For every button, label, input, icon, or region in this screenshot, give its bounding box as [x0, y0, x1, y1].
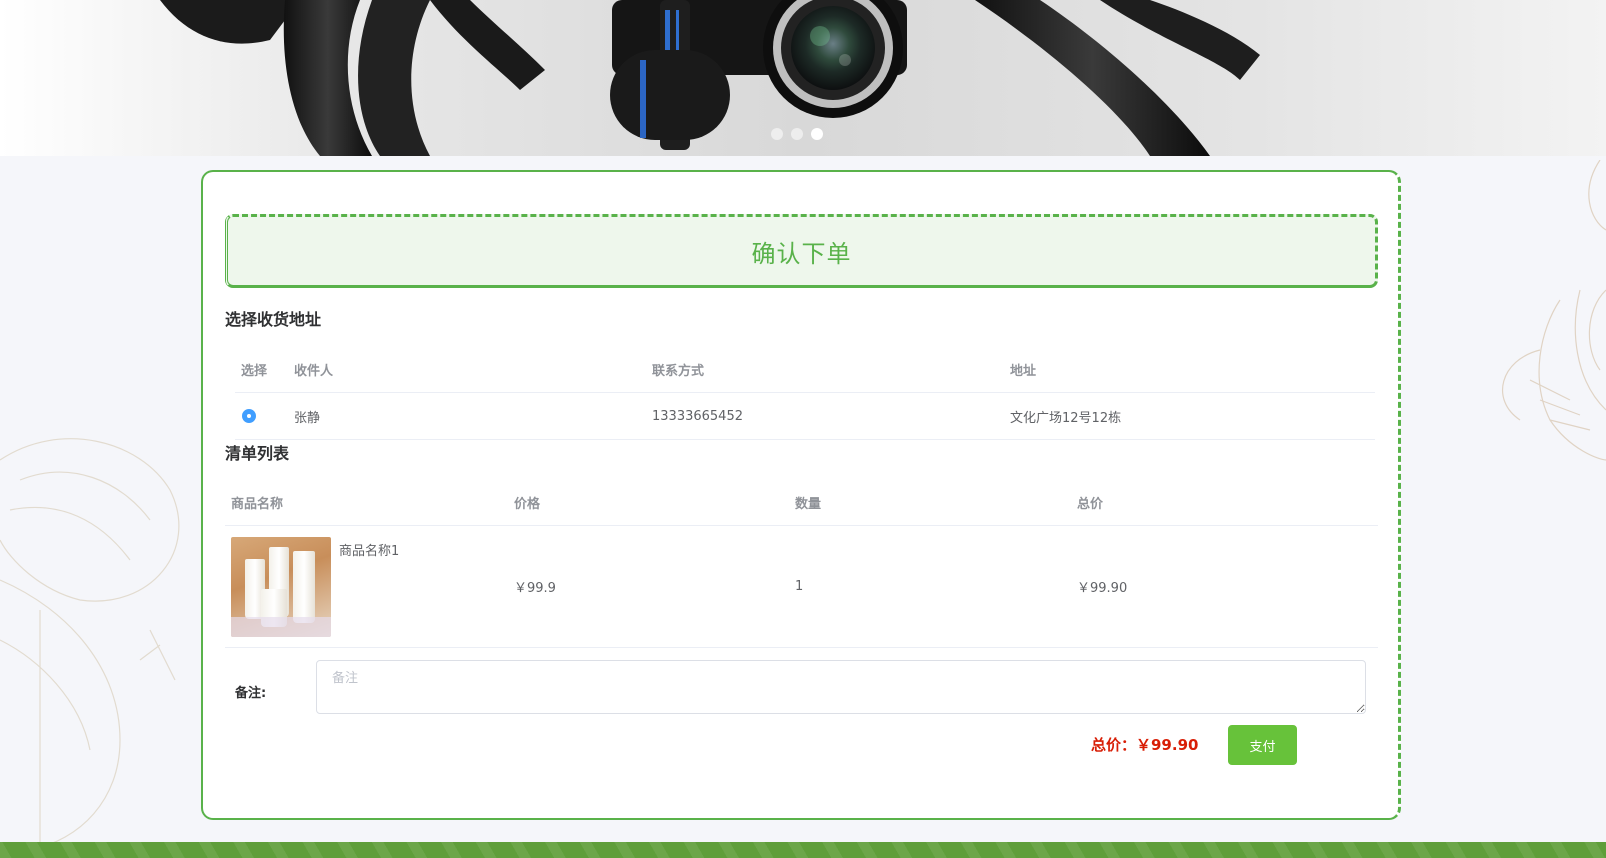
address-radio[interactable] [242, 409, 256, 423]
lotus-leaf-decoration [0, 438, 180, 850]
col-select: 选择 [241, 364, 268, 379]
col-recipient: 收件人 [294, 364, 334, 379]
total-price: 总价：￥99.90 [1091, 736, 1199, 754]
recipient-name: 张静 [294, 410, 321, 426]
col-address: 地址 [1010, 364, 1037, 379]
carousel-dot-3[interactable] [811, 128, 823, 140]
recipient-address: 文化广场12号12栋 [1010, 410, 1122, 426]
address-section-title: 选择收货地址 [225, 310, 322, 329]
goods-table-header: 商品名称 价格 数量 总价 [225, 480, 1378, 526]
address-table: 选择 收件人 联系方式 地址 张静 13333665452 文化广场12号12栋 [235, 347, 1375, 440]
pay-button[interactable]: 支付 [1228, 725, 1297, 765]
hero-banner [0, 0, 1606, 156]
page-title: 确认下单 [751, 239, 852, 268]
goods-table: 商品名称 价格 数量 总价 商品名称1 ￥99.9 1 ￥99.90 [225, 480, 1378, 648]
col-quantity: 数量 [795, 497, 822, 512]
product-subtotal: ￥99.90 [1077, 581, 1128, 596]
carousel-dots [771, 128, 823, 140]
list-section-title: 清单列表 [225, 444, 290, 463]
carousel-dot-2[interactable] [791, 128, 803, 140]
lotus-flower-decoration [1502, 160, 1606, 461]
note-textarea[interactable] [316, 660, 1366, 714]
product-price: ￥99.9 [514, 581, 556, 596]
address-table-header: 选择 收件人 联系方式 地址 [235, 347, 1375, 393]
recipient-phone: 13333665452 [652, 408, 743, 424]
col-price: 价格 [514, 497, 541, 512]
col-phone: 联系方式 [652, 364, 705, 379]
product-quantity: 1 [795, 579, 804, 594]
order-card: 确认下单 选择收货地址 选择 收件人 联系方式 地址 张静 1333366545… [201, 170, 1401, 820]
col-total: 总价 [1077, 497, 1104, 512]
note-label: 备注: [235, 686, 267, 701]
carousel-dot-1[interactable] [771, 128, 783, 140]
table-row: 商品名称1 ￥99.9 1 ￥99.90 [225, 526, 1378, 648]
product-name: 商品名称1 [339, 544, 400, 559]
col-product-name: 商品名称 [231, 497, 284, 512]
order-title-box: 确认下单 [225, 214, 1378, 288]
footer-bar [0, 842, 1606, 858]
product-thumbnail [231, 536, 331, 637]
address-row[interactable]: 张静 13333665452 文化广场12号12栋 [235, 393, 1375, 440]
